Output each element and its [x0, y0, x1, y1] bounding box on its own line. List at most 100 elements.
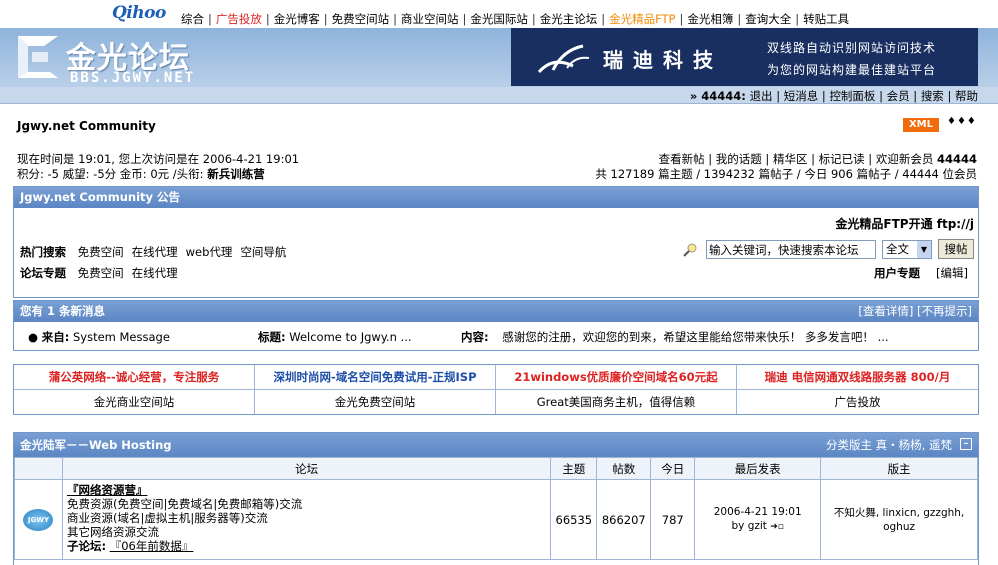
newest-member[interactable]: 44444	[937, 152, 977, 166]
logo-mark-icon	[18, 36, 58, 78]
search-icon	[683, 243, 697, 257]
hot-search-link[interactable]: 在线代理	[132, 245, 178, 259]
forum-status-icon: JGWY	[23, 508, 54, 531]
top-links: 综合 | 广告投放 | 金光博客 | 免费空间站 | 商业空间站 | 金光国际站 | 金光主论坛 | 金光精…	[181, 11, 849, 27]
hot-search-link[interactable]: web代理	[186, 245, 233, 259]
time-line: 现在时间是 19:01, 您上次访问是在 2006-4-21 19:01	[17, 152, 300, 166]
text-ad[interactable]: 金光商业空间站	[14, 390, 255, 414]
forum-totals: 共 127189 篇主题 / 1394232 篇帖子 / 今日 906 篇帖子 …	[595, 167, 977, 181]
user-bar-link[interactable]: 退出	[750, 89, 773, 103]
text-ad[interactable]: 深圳时尚网-域名空间免费试用-正规ISP	[255, 365, 496, 389]
notice-marquee[interactable]: 金光精品FTP开通 ftp://j	[835, 215, 974, 232]
forum-category-header: 金光陆军－－Web Hosting 分类版主 真・杨杨, 遥梵 –	[14, 433, 978, 457]
view-detail-link[interactable]: [查看详情]	[858, 304, 913, 318]
quick-links-text[interactable]: 查看新帖 | 我的话题 | 精华区 | 标记已读 | 欢迎新会员	[659, 152, 937, 166]
bullet-icon: ●	[28, 330, 39, 344]
site-header: 金光论坛 BBS.JGWY.NET 瑞迪科技 双线路自动识别网站访问技术 为您的…	[0, 28, 998, 87]
message-subject: 标题: Welcome to Jgwy.n ...	[258, 329, 412, 345]
top-link-4[interactable]: 商业空间站	[401, 12, 459, 26]
separator: |	[323, 12, 328, 26]
top-link-6[interactable]: 金光主论坛	[540, 12, 598, 26]
edit-link[interactable]: [编辑]	[936, 265, 968, 281]
search-input[interactable]	[706, 240, 876, 259]
content-value[interactable]: 感谢您的注册，欢迎您的到来，希望这里能给您带来快乐！ 多多发言吧！ ...	[502, 330, 888, 344]
forum-table-header: 论坛 主题 帖数 今日 最后发表 版主	[14, 457, 978, 480]
separator: |	[601, 12, 606, 26]
from-label: 来自:	[41, 330, 70, 344]
text-ads-row-2: 金光商业空间站 金光免费空间站 Great美国商务主机，值得信赖 广告投放	[14, 390, 978, 415]
top-link: | 金光主论坛	[528, 12, 597, 26]
separator: |	[737, 12, 742, 26]
posts-count: 866207	[596, 479, 652, 560]
moderators-cell[interactable]: 不知火舞, linxicn, gzzghh, oghuz	[820, 479, 978, 560]
search-scope-select[interactable]: 全文 ▼	[882, 240, 932, 259]
main-panel: Jgwy.net Community XML ♦♦♦ 现在时间是 19:01, …	[0, 104, 998, 565]
no-remind-link[interactable]: [不再提示]	[917, 304, 972, 318]
forum-category-box: 金光陆军－－Web Hosting 分类版主 真・杨杨, 遥梵 – 论坛 主题 帖数…	[13, 432, 979, 565]
banner-ad[interactable]: 瑞迪科技 双线路自动识别网站访问技术 为您的网站构建最佳建站平台	[511, 28, 978, 86]
sub-forum: 子论坛: 『06年前数据』	[67, 539, 546, 553]
subject-label: 标题:	[258, 330, 286, 344]
text-ad[interactable]: 蒲公英网络--诚心经营，专注服务	[14, 365, 255, 389]
user-bar-link[interactable]: 搜索	[921, 89, 944, 103]
xml-feed-button[interactable]: XML	[903, 118, 939, 132]
sub-forum-link[interactable]: 『06年前数据』	[110, 539, 194, 553]
forum-icon-cell: JGWY	[14, 479, 63, 560]
today-count: 787	[650, 479, 696, 560]
top-link-10[interactable]: 转贴工具	[803, 12, 849, 26]
topic-link[interactable]: 免费空间	[78, 266, 124, 280]
user-bar-link[interactable]: 控制面板	[829, 89, 875, 103]
top-link-7[interactable]: 金光精品FTP	[609, 12, 675, 26]
top-link-9[interactable]: 查询大全	[745, 12, 791, 26]
message-content: 内容: 感谢您的注册，欢迎您的到来，希望这里能给您带来快乐！ 多多发言吧！ ..…	[461, 329, 889, 345]
text-ads-box: 蒲公英网络--诚心经营，专注服务 深圳时尚网-域名空间免费试用-正规ISP 21wi…	[13, 364, 979, 415]
category-moderators[interactable]: 分类版主 真・杨杨, 遥梵	[826, 433, 952, 457]
forum-info-cell: 『网络资源营』 免费资源(免费空间|免费域名|免费邮箱等)交流 商业资源(域名|虚拟…	[61, 479, 552, 560]
forum-topics-label: 论坛专题	[20, 266, 66, 280]
collapse-icon[interactable]: –	[960, 438, 972, 450]
search-scope-value: 全文	[886, 242, 909, 256]
topic-link[interactable]: 在线代理	[132, 266, 178, 280]
column-header: 最后发表	[694, 457, 822, 480]
goto-last-post-icon[interactable]: ➔▫	[770, 522, 784, 532]
top-link-5[interactable]: 金光国际站	[470, 12, 528, 26]
banner-line-2: 为您的网站构建最佳建站平台	[767, 63, 937, 77]
hot-search-link[interactable]: 免费空间	[78, 245, 124, 259]
forum-name[interactable]: 『网络资源营』	[67, 483, 546, 497]
top-link-8[interactable]: 金光相簿	[687, 12, 733, 26]
text-ad[interactable]: 瑞迪 电信网通双线路服务器 800/月	[737, 365, 978, 389]
forum-topics: 论坛专题 免费空间 在线代理	[20, 265, 178, 281]
collapse-arrows-icon[interactable]: ♦♦♦	[947, 116, 977, 127]
hot-search-link[interactable]: 空间导航	[240, 245, 286, 259]
username[interactable]: 44444:	[701, 89, 746, 103]
top-link: | 金光国际站	[459, 12, 528, 26]
top-link: | 广告投放	[204, 12, 262, 26]
text-ad[interactable]: Great美国商务主机，值得信赖	[496, 390, 737, 414]
community-title[interactable]: Jgwy.net Community	[17, 119, 156, 133]
site-logo[interactable]: 金光论坛 BBS.JGWY.NET	[14, 32, 214, 86]
subject-value[interactable]: Welcome to Jgwy.n ...	[289, 330, 411, 344]
top-link-1[interactable]: 广告投放	[216, 12, 262, 26]
last-post-time[interactable]: 2006-4-21 19:01	[714, 506, 802, 518]
user-bar-link[interactable]: 帮助	[955, 89, 978, 103]
text-ad[interactable]: 广告投放	[737, 390, 978, 414]
top-link: | 金光精品FTP	[597, 12, 675, 26]
user-bar-link[interactable]: 短消息	[784, 89, 819, 103]
forum-category-title[interactable]: 金光陆军－－Web Hosting	[20, 438, 172, 452]
separator: |	[393, 12, 397, 26]
top-link-3[interactable]: 免费空间站	[332, 12, 390, 26]
text-ad[interactable]: 21windows优质廉价空间域名60元起	[496, 365, 737, 389]
from-value[interactable]: System Message	[73, 330, 170, 344]
top-link-2[interactable]: 金光博客	[274, 12, 320, 26]
last-post-author[interactable]: by gzit	[731, 520, 766, 532]
search-button[interactable]: 搜帖	[938, 239, 974, 259]
user-bar-prefix: »	[689, 89, 702, 103]
user-bar-link[interactable]: 会员	[887, 89, 910, 103]
message-from: ● 来自: System Message	[28, 329, 170, 345]
top-link: | 转贴工具	[791, 12, 849, 26]
user-bar: » 44444: 退出 | 短消息 | 控制面板 | 会员 | 搜索 | 帮助	[0, 87, 998, 104]
top-link-0[interactable]: 综合	[181, 12, 204, 26]
top-link: | 查询大全	[733, 12, 791, 26]
qihoo-logo[interactable]: Qihoo	[112, 3, 166, 23]
text-ad[interactable]: 金光免费空间站	[255, 390, 496, 414]
